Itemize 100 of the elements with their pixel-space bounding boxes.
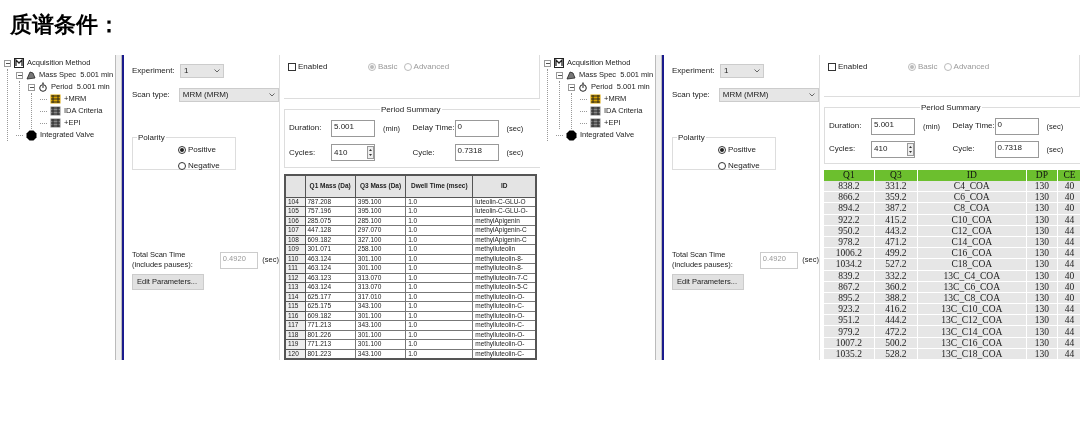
text-field[interactable]: 0 — [994, 117, 1039, 135]
table-cell: 13C_C12_COA — [917, 314, 1027, 326]
column-header: DP — [1026, 169, 1058, 181]
table-cell: 415.2 — [874, 214, 918, 226]
checkbox-label: Enabled — [298, 61, 328, 73]
experiment-dropdown[interactable]: 1 — [720, 64, 764, 78]
table-cell: 839.2 — [824, 270, 875, 282]
column-header: CE — [1057, 169, 1080, 181]
table-cell: 44 — [1057, 236, 1080, 248]
radio-label: Basic — [378, 61, 398, 73]
table-cell: 130 — [1026, 258, 1058, 270]
table-cell: 923.2 — [824, 303, 875, 315]
table-cell: 40 — [1057, 180, 1080, 192]
radio-label: Advanced — [413, 61, 450, 73]
radio-label: Negative — [188, 160, 220, 172]
field-label: Cycles: — [289, 146, 317, 159]
table-cell: 978.2 — [824, 236, 875, 248]
table-cell: 44 — [1057, 314, 1080, 326]
checkbox-label: Enabled — [838, 61, 868, 73]
table-cell: 130 — [1026, 202, 1058, 215]
table-cell: 44 — [1057, 337, 1080, 349]
group-title: Period Summary — [920, 102, 982, 115]
table-cell: 979.2 — [824, 325, 875, 338]
text-field[interactable]: 0.7318 — [994, 140, 1039, 158]
text-field[interactable]: 0 — [454, 119, 499, 137]
table-cell: 13C_C8_COA — [917, 292, 1027, 304]
field-label: Cycle: — [952, 143, 976, 156]
table-cell: C10_COA — [917, 214, 1027, 226]
radio-label: Basic — [918, 61, 938, 73]
table-cell: C6_COA — [917, 191, 1027, 203]
column-header: Q1 — [824, 169, 875, 181]
table-cell: 443.2 — [874, 225, 918, 237]
field-label: Scan type: — [132, 89, 171, 101]
table-cell: 895.2 — [824, 292, 875, 304]
table-cell: 13C_C10_COA — [917, 303, 1027, 315]
table-cell: C12_COA — [917, 225, 1027, 237]
table-cell: 44 — [1057, 258, 1080, 270]
number-spinner[interactable]: 410 — [331, 144, 375, 162]
table-cell: 500.2 — [874, 337, 918, 349]
field-label: Cycles: — [829, 143, 857, 156]
radio-label: Positive — [188, 144, 216, 156]
table-cell: 130 — [1026, 292, 1058, 304]
group-title: Polarity — [137, 132, 166, 144]
table-cell: 44 — [1057, 303, 1080, 315]
table-cell: C14_COA — [917, 236, 1027, 248]
table-cell: 1007.2 — [824, 337, 875, 349]
table-cell: 472.2 — [874, 325, 918, 338]
table-cell: 44 — [1057, 225, 1080, 237]
table-cell: 130 — [1026, 325, 1058, 338]
table-cell: 130 — [1026, 337, 1058, 349]
table-cell: 444.2 — [874, 314, 918, 326]
table-cell: 44 — [1057, 325, 1080, 338]
table-cell: 528.2 — [874, 348, 918, 360]
text-field[interactable]: 5.001 — [331, 119, 375, 137]
scan-type-dropdown[interactable]: MRM (MRM) — [718, 88, 819, 102]
table-cell: 13C_C14_COA — [917, 325, 1027, 338]
table-cell: 950.2 — [824, 225, 875, 237]
table-cell: 130 — [1026, 180, 1058, 192]
table-cell: 130 — [1026, 191, 1058, 203]
scan-type-dropdown[interactable]: MRM (MRM) — [178, 88, 279, 102]
group-title: Polarity — [677, 132, 706, 144]
table-cell: 13C_C18_COA — [917, 348, 1027, 360]
text-field[interactable]: 0.7318 — [454, 144, 499, 162]
text-field[interactable]: 5.001 — [871, 117, 915, 135]
experiment-dropdown[interactable]: 1 — [180, 64, 224, 78]
table-cell: 388.2 — [874, 292, 918, 304]
table-cell: 130 — [1026, 214, 1058, 226]
table-cell: 922.2 — [824, 214, 875, 226]
field-label: Cycle: — [412, 146, 436, 159]
column-header: ID — [917, 169, 1027, 181]
page-heading: 质谱条件： — [10, 12, 120, 37]
table-cell: 44 — [1057, 214, 1080, 226]
table-cell: 13C_C16_COA — [917, 337, 1027, 349]
table-cell: 130 — [1026, 225, 1058, 237]
table-cell: 387.2 — [874, 202, 918, 215]
table-cell: 40 — [1057, 202, 1080, 215]
table-cell: 527.2 — [874, 258, 918, 270]
field-label: Experiment: — [132, 65, 176, 77]
table-cell: C4_COA — [917, 180, 1027, 192]
table-cell: 13C_C4_COA — [917, 270, 1027, 282]
field-label: Scan type: — [672, 89, 711, 101]
table-cell: 359.2 — [874, 191, 918, 203]
table-cell: 44 — [1057, 348, 1080, 360]
table-cell: C18_COA — [917, 258, 1027, 270]
table-cell: 951.2 — [824, 314, 875, 326]
table-cell: 866.2 — [824, 191, 875, 203]
field-label: Duration: — [829, 120, 863, 133]
table-cell: 130 — [1026, 247, 1058, 259]
table-cell: 40 — [1057, 281, 1080, 293]
table-cell: 130 — [1026, 303, 1058, 315]
table-cell: 332.2 — [874, 270, 918, 282]
table-cell: 130 — [1026, 236, 1058, 248]
table-cell: 40 — [1057, 270, 1080, 282]
radio-label: Advanced — [953, 61, 990, 73]
table-cell: 1034.2 — [824, 258, 875, 270]
number-spinner[interactable]: 410 — [871, 140, 915, 158]
table-cell: 130 — [1026, 281, 1058, 293]
table-cell: 838.2 — [824, 180, 875, 192]
table-cell: C8_COA — [917, 202, 1027, 215]
table-cell: 1035.2 — [824, 348, 875, 360]
